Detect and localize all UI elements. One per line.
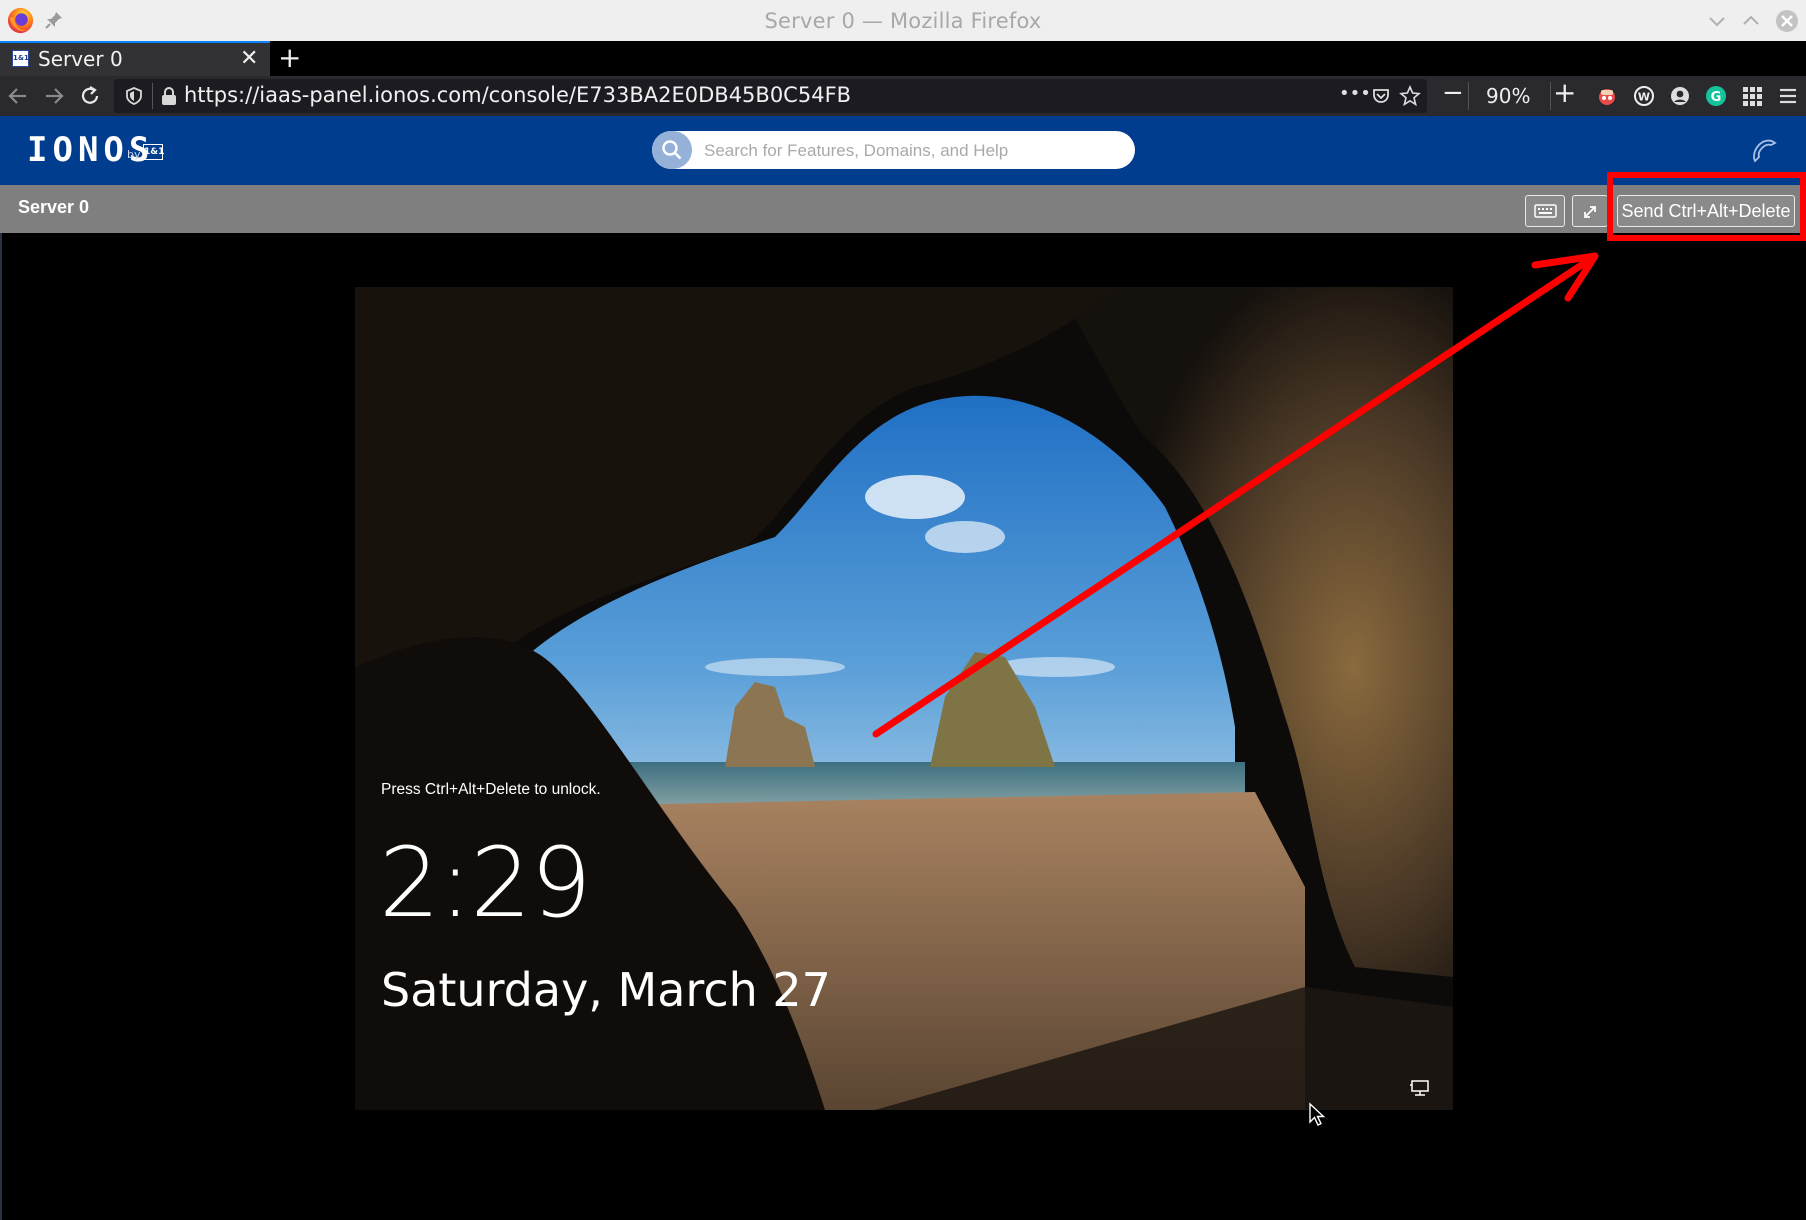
- search-input[interactable]: [702, 131, 1126, 171]
- star-icon[interactable]: [1399, 85, 1421, 107]
- account-icon[interactable]: [1668, 84, 1692, 108]
- zoom-out-button[interactable]: −: [1442, 78, 1464, 108]
- page-actions-icon[interactable]: •••: [1339, 83, 1371, 104]
- pocket-icon[interactable]: [1371, 86, 1391, 106]
- network-icon[interactable]: [1409, 1079, 1431, 1097]
- ionos-header: IONOS by 1&1: [0, 116, 1806, 185]
- fullscreen-button[interactable]: [1572, 195, 1608, 227]
- lockscreen-message: Press Ctrl+Alt+Delete to unlock.: [381, 781, 601, 798]
- console-toolbar: Server 0 Send Ctrl+Alt+Delete: [0, 185, 1806, 233]
- maximize-icon[interactable]: [1740, 8, 1762, 34]
- remote-console-screen[interactable]: Press Ctrl+Alt+Delete to unlock. 2:29 Sa…: [355, 287, 1453, 1110]
- tab-label: Server 0: [38, 47, 123, 71]
- tab-favicon-icon: 1&1: [12, 50, 29, 67]
- hamburger-menu-icon[interactable]: [1776, 84, 1800, 108]
- grammarly-icon[interactable]: G: [1704, 84, 1728, 108]
- lockscreen-time: 2:29: [379, 827, 592, 939]
- svg-text:G: G: [1711, 90, 1722, 105]
- reload-icon[interactable]: [78, 84, 102, 108]
- ionos-1and1-badge: 1&1: [143, 144, 164, 160]
- tab-server-0[interactable]: 1&1 Server 0 ✕: [0, 41, 270, 76]
- annotation-highlight-box: [1607, 172, 1806, 241]
- navigation-bar: https://iaas-panel.ionos.com/console/E73…: [0, 76, 1806, 116]
- extension-privacy-icon[interactable]: [1595, 84, 1619, 108]
- window-title: Server 0 — Mozilla Firefox: [764, 9, 1042, 33]
- back-arrow-icon[interactable]: [6, 84, 30, 108]
- left-edge-line: [0, 233, 2, 1220]
- keyboard-button[interactable]: [1525, 195, 1565, 227]
- console-title: Server 0: [18, 197, 90, 217]
- shield-icon[interactable]: [124, 86, 144, 106]
- url-text[interactable]: https://iaas-panel.ionos.com/console/E73…: [184, 83, 851, 107]
- tab-strip: 1&1 Server 0 ✕ +: [0, 41, 1806, 76]
- new-tab-button[interactable]: +: [278, 41, 301, 74]
- search-bar[interactable]: [652, 131, 1135, 171]
- lockscreen-date: Saturday, March 27: [381, 963, 831, 1017]
- search-icon[interactable]: [652, 131, 692, 169]
- minimize-icon[interactable]: [1706, 8, 1728, 34]
- zoom-level[interactable]: 90%: [1486, 84, 1530, 108]
- svg-text:W: W: [1638, 91, 1650, 104]
- close-window-icon[interactable]: [1774, 8, 1800, 34]
- mouse-cursor-icon: [1309, 1102, 1326, 1126]
- expand-icon: [1584, 206, 1596, 218]
- forward-arrow-icon[interactable]: [42, 84, 66, 108]
- window-titlebar: Server 0 — Mozilla Firefox: [0, 0, 1806, 41]
- zoom-in-button[interactable]: +: [1553, 76, 1576, 109]
- tab-close-icon[interactable]: ✕: [240, 46, 258, 71]
- extension-w-icon[interactable]: W: [1632, 84, 1656, 108]
- apps-grid-icon[interactable]: [1740, 84, 1764, 108]
- url-bar[interactable]: https://iaas-panel.ionos.com/console/E73…: [114, 79, 1427, 113]
- lock-icon[interactable]: [160, 86, 178, 106]
- keyboard-icon: [1534, 204, 1557, 218]
- phone-icon[interactable]: [1750, 136, 1780, 166]
- ionos-by-text: by: [127, 148, 141, 161]
